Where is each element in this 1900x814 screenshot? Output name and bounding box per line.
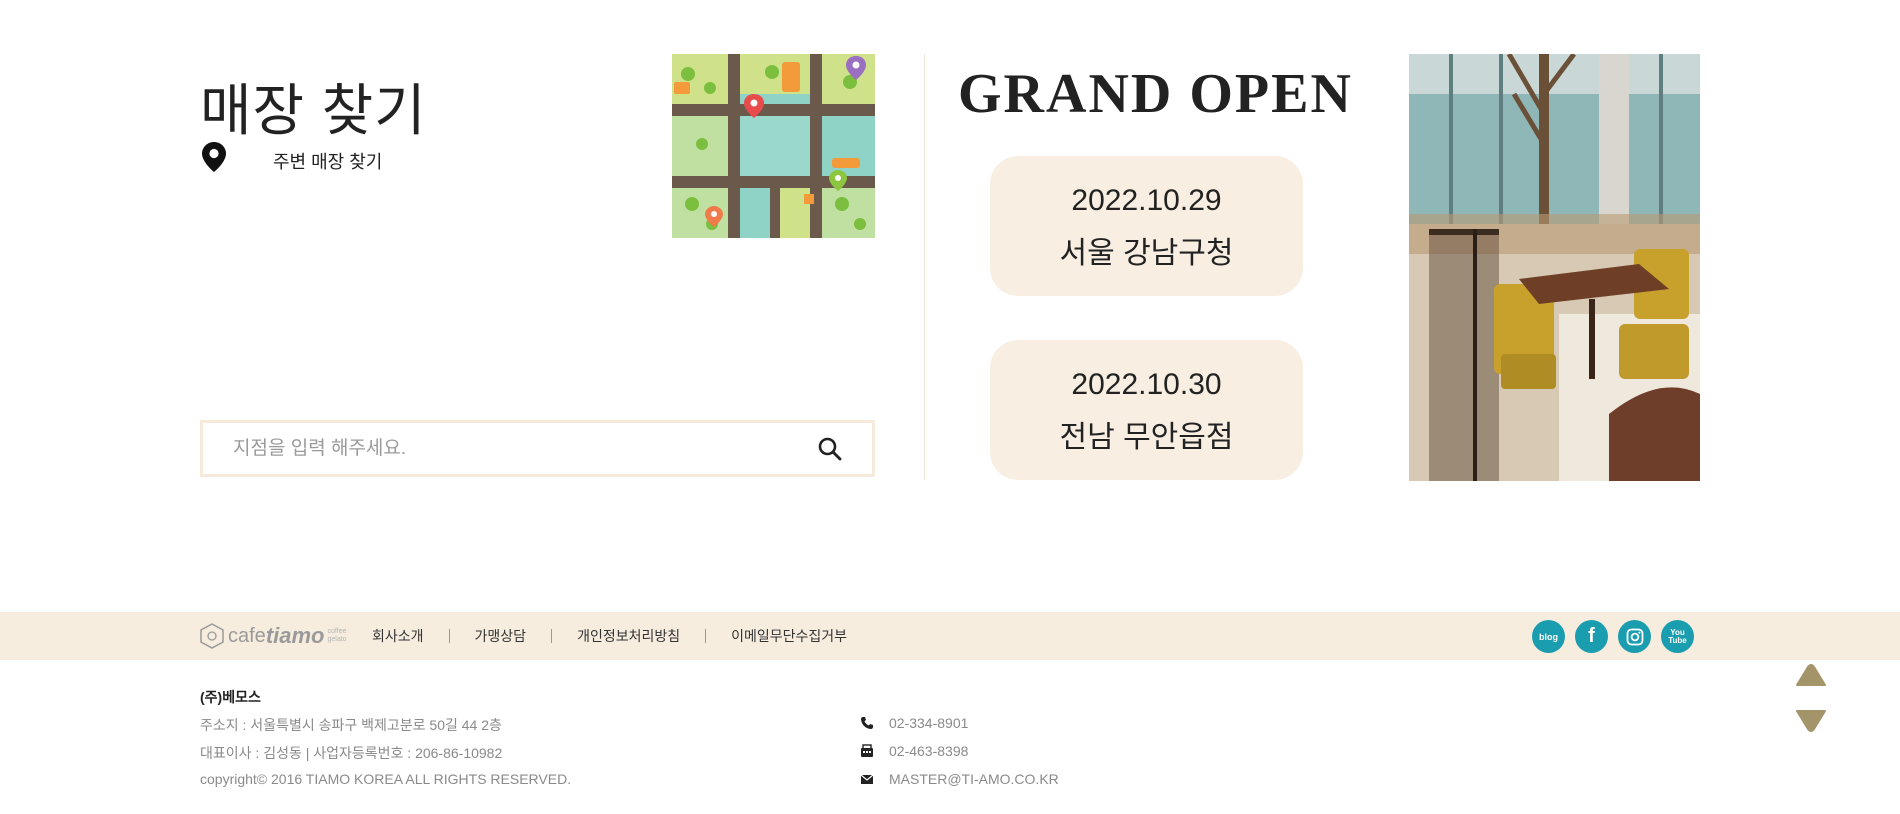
phone-number[interactable]: 02-334-8901 bbox=[889, 715, 968, 731]
nearby-store-link[interactable]: 주변 매장 찾기 bbox=[273, 148, 382, 174]
section-divider bbox=[924, 54, 925, 480]
logo-cafe-text: cafe bbox=[228, 624, 266, 647]
email-address[interactable]: MASTER@TI-AMO.CO.KR bbox=[889, 771, 1059, 787]
company-name: (주)베모스 bbox=[200, 689, 261, 705]
youtube-icon[interactable]: You Tube bbox=[1661, 620, 1694, 653]
blog-icon-label: blog bbox=[1539, 631, 1558, 642]
footer-link-company[interactable]: 회사소개 bbox=[372, 626, 424, 646]
youtube-icon-label: You Tube bbox=[1668, 627, 1687, 645]
store-finder-title: 매장 찾기 bbox=[200, 79, 427, 142]
open-event-place: 전남 무안읍점 bbox=[1059, 421, 1234, 454]
open-event-card: 2022.10.30 전남 무안읍점 bbox=[990, 340, 1303, 480]
map-pin-icon bbox=[202, 142, 226, 172]
footer-link-franchise[interactable]: 가맹상담 bbox=[475, 626, 527, 646]
instagram-icon[interactable] bbox=[1618, 620, 1651, 653]
social-links: blog f You Tube bbox=[1532, 620, 1694, 653]
store-search-box bbox=[200, 420, 875, 477]
scroll-up-icon[interactable] bbox=[1793, 664, 1829, 686]
store-search-input[interactable] bbox=[233, 423, 793, 474]
search-icon[interactable] bbox=[817, 436, 843, 462]
fax-number: 02-463-8398 bbox=[889, 743, 969, 759]
footer-nav-separator bbox=[448, 629, 450, 643]
footer-link-privacy[interactable]: 개인정보처리방침 bbox=[577, 626, 680, 646]
facebook-icon-label: f bbox=[1588, 625, 1595, 647]
fax-icon bbox=[861, 744, 873, 757]
footer-link-email-refusal[interactable]: 이메일무단수집거부 bbox=[731, 626, 847, 646]
scroll-down-icon[interactable] bbox=[1793, 710, 1829, 732]
phone-icon bbox=[861, 717, 873, 729]
footer-nav: 회사소개 가맹상담 개인정보처리방침 이메일무단수집거부 bbox=[372, 612, 847, 660]
blog-icon[interactable]: blog bbox=[1532, 620, 1565, 653]
mail-icon bbox=[860, 774, 874, 784]
logo-emblem-icon bbox=[200, 623, 224, 649]
footer-nav-separator bbox=[551, 629, 553, 643]
map-illustration bbox=[672, 54, 875, 238]
logo-brand-text: tiamo bbox=[265, 623, 325, 648]
phone-contact: 02-334-8901 bbox=[860, 715, 968, 731]
footer-logo[interactable]: cafe tiamo coffee gelato bbox=[200, 622, 352, 650]
cafe-interior-photo bbox=[1409, 54, 1700, 481]
footer-bar: cafe tiamo coffee gelato 회사소개 가맹상담 개인정보처… bbox=[0, 612, 1900, 660]
logo-tagline: coffee gelato bbox=[327, 628, 347, 643]
grand-open-title: GRAND OPEN bbox=[958, 63, 1353, 125]
copyright-text: copyright© 2016 TIAMO KOREA ALL RIGHTS R… bbox=[200, 771, 572, 787]
open-event-card: 2022.10.29 서울 강남구청 bbox=[990, 156, 1303, 296]
company-registration: 대표이사 : 김성동 | 사업자등록번호 : 206-86-10982 bbox=[200, 745, 503, 761]
facebook-icon[interactable]: f bbox=[1575, 620, 1608, 653]
email-contact: MASTER@TI-AMO.CO.KR bbox=[860, 771, 1059, 787]
open-event-date: 2022.10.29 bbox=[1071, 184, 1222, 217]
instagram-glyph-icon bbox=[1626, 628, 1643, 645]
open-event-date: 2022.10.30 bbox=[1071, 368, 1222, 401]
company-address: 주소지 : 서울특별시 송파구 백제고분로 50길 44 2층 bbox=[200, 717, 502, 733]
fax-contact: 02-463-8398 bbox=[860, 743, 968, 759]
footer-nav-separator bbox=[705, 629, 707, 643]
open-event-place: 서울 강남구청 bbox=[1059, 237, 1234, 270]
